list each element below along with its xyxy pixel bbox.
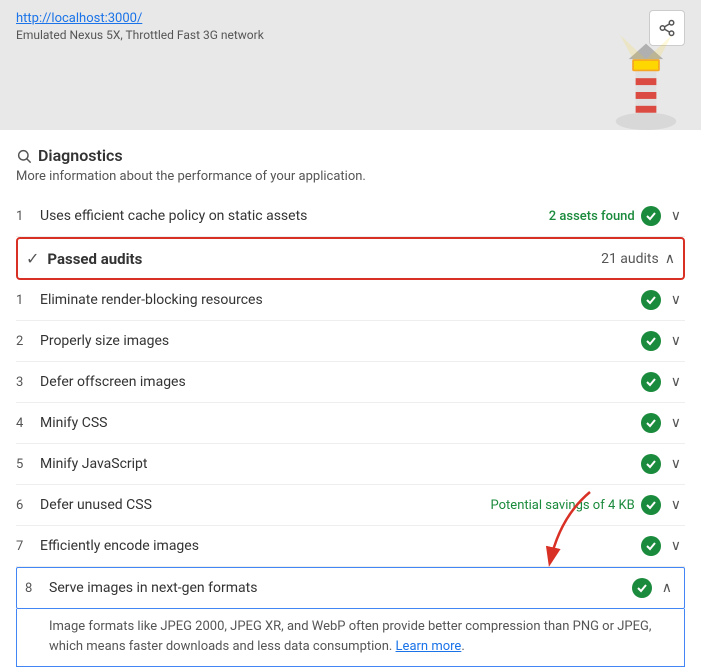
green-check (641, 290, 661, 310)
diagnostics-header: Diagnostics (16, 146, 685, 165)
item-number: 2 (16, 334, 40, 349)
passed-audit-items: 1 Eliminate render-blocking resources ∨ … (16, 280, 685, 667)
audits-count: 21 audits (601, 251, 659, 267)
learn-more-link[interactable]: Learn more (396, 639, 462, 654)
check-icon (645, 458, 657, 470)
chevron-up-8[interactable]: ∧ (658, 578, 676, 598)
passed-audits-header[interactable]: ✓ Passed audits 21 audits ∧ (16, 237, 685, 280)
item-number: 8 (25, 581, 49, 596)
item-right: ∨ (641, 413, 685, 433)
item-right: ∨ (641, 372, 685, 392)
check-icon (645, 417, 657, 429)
passed-check-icon: ✓ (26, 249, 39, 268)
diagnostics-audit-row: 1 Uses efficient cache policy on static … (16, 196, 685, 237)
item-right: Potential savings of 4 KB ∨ (491, 495, 685, 515)
item-8-container: 8 Serve images in next-gen formats ∧ Ima… (16, 567, 685, 667)
passed-audits-chevron-up[interactable]: ∧ (665, 251, 675, 267)
audit-row-1-right: 2 assets found ∨ (549, 206, 685, 226)
item-label: Minify JavaScript (40, 456, 641, 472)
url-link[interactable]: http://localhost:3000/ (16, 11, 142, 26)
check-icon (645, 540, 657, 552)
diagnostics-description: More information about the performance o… (16, 169, 685, 184)
check-icon (645, 294, 657, 306)
list-item: 3 Defer offscreen images ∨ (16, 362, 685, 403)
diagnostics-title: Diagnostics (38, 146, 123, 165)
item-label: Defer unused CSS (40, 497, 491, 513)
chevron-down[interactable]: ∨ (667, 331, 685, 351)
item-number: 4 (16, 416, 40, 431)
item-right: ∨ (641, 290, 685, 310)
passed-audits-label: Passed audits (47, 250, 601, 268)
green-check (641, 331, 661, 351)
search-icon (16, 148, 32, 164)
audit-8-description-text: Image formats like JPEG 2000, JPEG XR, a… (49, 619, 651, 654)
check-icon (645, 499, 657, 511)
list-item: 5 Minify JavaScript ∨ (16, 444, 685, 485)
chevron-down[interactable]: ∨ (667, 495, 685, 515)
green-check (641, 413, 661, 433)
item-label: Minify CSS (40, 415, 641, 431)
item-right: ∨ (641, 331, 685, 351)
audit-label-1: Uses efficient cache policy on static as… (40, 208, 549, 224)
green-check-1 (641, 206, 661, 226)
lighthouse-logo (611, 35, 681, 130)
check-icon (645, 335, 657, 347)
list-item: 4 Minify CSS ∨ (16, 403, 685, 444)
green-check (641, 372, 661, 392)
item-number: 3 (16, 375, 40, 390)
item-label: Eliminate render-blocking resources (40, 292, 641, 308)
list-item: 1 Eliminate render-blocking resources ∨ (16, 280, 685, 321)
chevron-down[interactable]: ∨ (667, 372, 685, 392)
audit-8-description: Image formats like JPEG 2000, JPEG XR, a… (16, 609, 685, 667)
header-area: http://localhost:3000/ Emulated Nexus 5X… (0, 0, 701, 130)
chevron-down[interactable]: ∨ (667, 290, 685, 310)
green-check (632, 578, 652, 598)
check-icon (645, 376, 657, 388)
check-icon (636, 582, 648, 594)
main-content: Diagnostics More information about the p… (0, 130, 701, 667)
list-item: 2 Properly size images ∨ (16, 321, 685, 362)
green-check (641, 454, 661, 474)
item-label: Efficiently encode images (40, 538, 641, 554)
chevron-down-1[interactable]: ∨ (667, 206, 685, 226)
list-item: 7 Efficiently encode images ∨ (16, 526, 685, 567)
item-number: 6 (16, 498, 40, 513)
item-right: ∨ (641, 536, 685, 556)
audit-number-1: 1 (16, 209, 40, 224)
item-label: Defer offscreen images (40, 374, 641, 390)
green-check (641, 536, 661, 556)
item-right: ∨ (641, 454, 685, 474)
item-label: Serve images in next-gen formats (49, 580, 632, 596)
item-number: 5 (16, 457, 40, 472)
item-number: 7 (16, 539, 40, 554)
item-right: ∧ (632, 578, 676, 598)
check-icon-1 (645, 210, 657, 222)
chevron-down[interactable]: ∨ (667, 536, 685, 556)
chevron-down[interactable]: ∨ (667, 454, 685, 474)
chevron-down[interactable]: ∨ (667, 413, 685, 433)
item-label: Properly size images (40, 333, 641, 349)
assets-found-text: 2 assets found (549, 209, 635, 224)
header-subtitle: Emulated Nexus 5X, Throttled Fast 3G net… (16, 28, 685, 42)
list-item: 6 Defer unused CSS Potential savings of … (16, 485, 685, 526)
savings-text: Potential savings of 4 KB (491, 498, 635, 513)
item-number: 1 (16, 293, 40, 308)
list-item-highlighted: 8 Serve images in next-gen formats ∧ (16, 567, 685, 609)
green-check (641, 495, 661, 515)
